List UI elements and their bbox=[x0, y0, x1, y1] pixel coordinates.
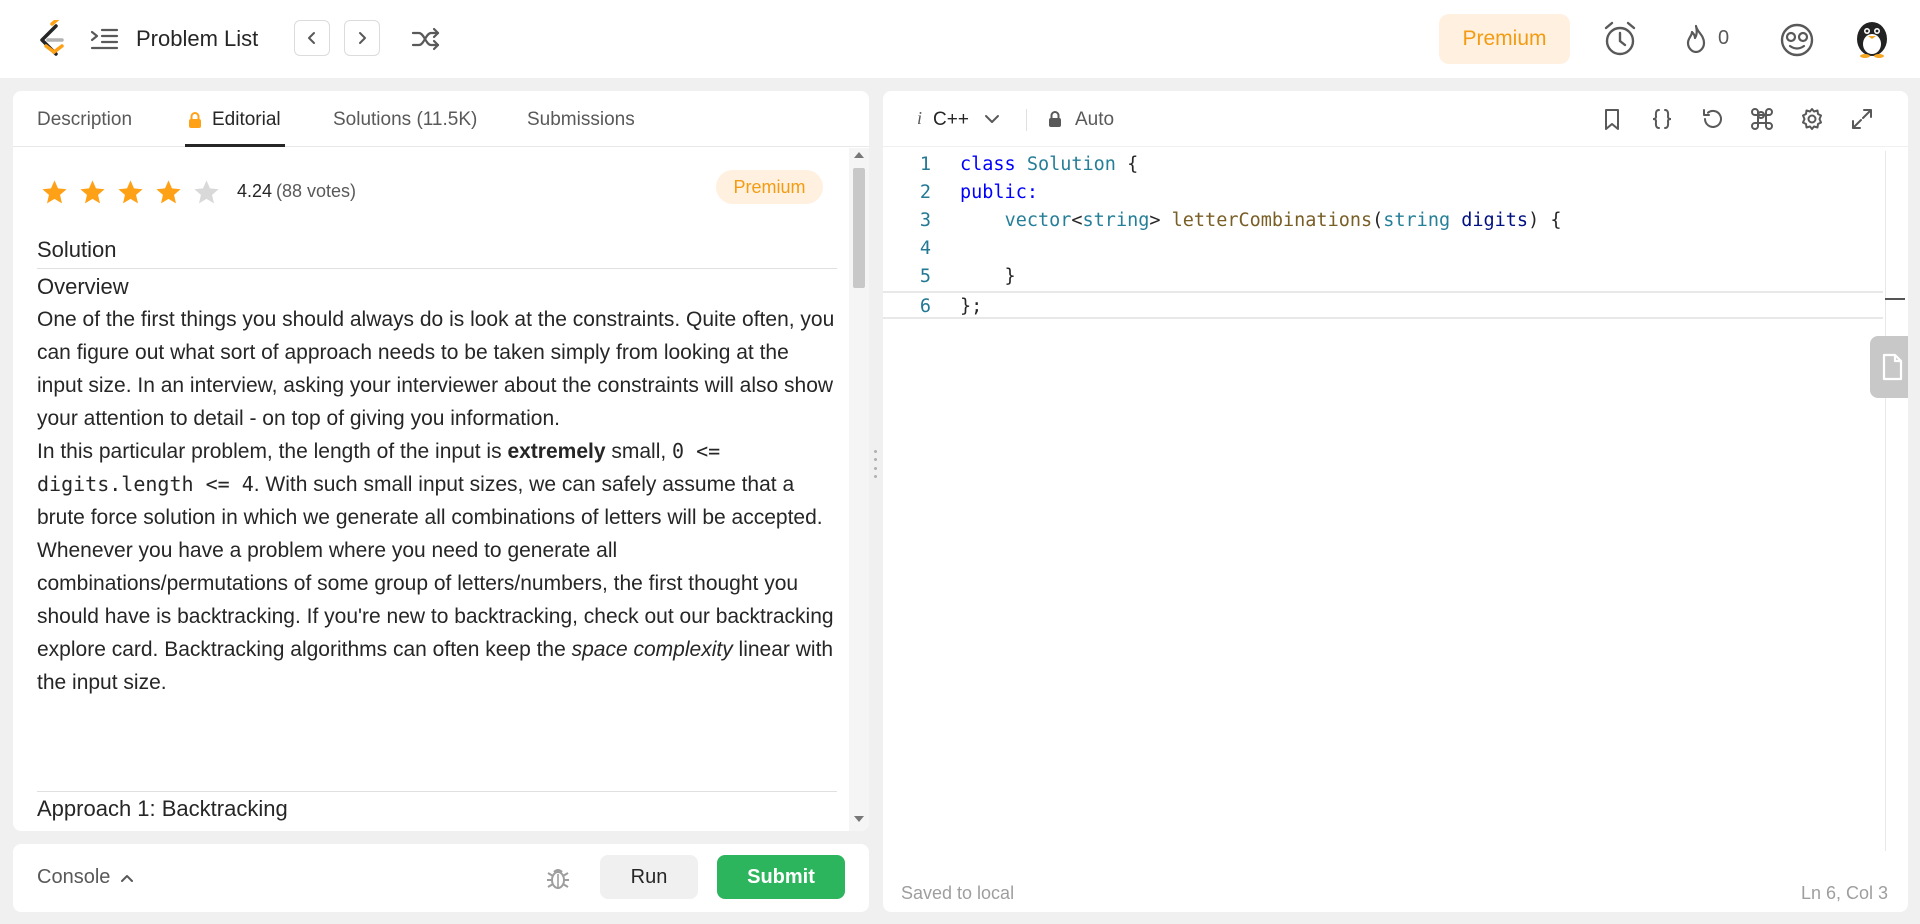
chevron-down-icon[interactable] bbox=[984, 113, 1000, 125]
tab-submissions[interactable]: Submissions bbox=[527, 109, 635, 131]
active-tab-indicator bbox=[185, 144, 285, 147]
star-icon[interactable] bbox=[154, 178, 183, 207]
line-number: 3 bbox=[919, 210, 931, 231]
streak-fire-icon[interactable] bbox=[1684, 24, 1708, 54]
streak-count: 0 bbox=[1718, 27, 1730, 49]
code-line[interactable]: 1 class Solution { bbox=[883, 151, 1883, 179]
rating-votes: (88 votes) bbox=[276, 181, 357, 201]
lock-icon bbox=[189, 112, 201, 128]
scroll-down-arrow-icon[interactable] bbox=[854, 816, 864, 822]
content-scrollbar[interactable] bbox=[849, 148, 869, 831]
user-avatar[interactable] bbox=[1852, 18, 1892, 58]
format-braces-icon[interactable] bbox=[1649, 106, 1675, 132]
chevron-up-icon bbox=[121, 874, 134, 882]
panel-tabs: Description Editorial Solutions (11.5K) … bbox=[13, 91, 869, 147]
editorial-text: Solution Overview One of the first thing… bbox=[37, 233, 837, 699]
save-status: Saved to local bbox=[901, 883, 1015, 903]
chevron-left-icon bbox=[308, 32, 315, 44]
line-number: 1 bbox=[919, 154, 931, 175]
alarm-clock-icon[interactable] bbox=[1602, 20, 1638, 58]
code-line[interactable]: 3 vector<string> letterCombinations(stri… bbox=[883, 207, 1883, 235]
autocomplete-mode[interactable]: Auto bbox=[1075, 109, 1114, 131]
language-prefix: i bbox=[917, 108, 923, 128]
problem-list-icon[interactable] bbox=[88, 25, 120, 53]
cursor-position: Ln 6, Col 3 bbox=[1800, 883, 1888, 903]
paragraph-constraints: One of the first things you should alway… bbox=[37, 308, 835, 430]
tab-description[interactable]: Description bbox=[37, 109, 132, 131]
code-editor-panel: i C++ Auto 1 class Solution { 2 public: … bbox=[883, 91, 1908, 912]
prev-problem-button[interactable] bbox=[294, 20, 330, 56]
command-icon[interactable] bbox=[1749, 106, 1775, 132]
star-icon[interactable] bbox=[78, 178, 107, 207]
editor-toolbar: i C++ Auto bbox=[883, 91, 1908, 147]
code-line[interactable]: 4 bbox=[883, 235, 1883, 263]
language-select[interactable]: C++ bbox=[933, 109, 969, 131]
panel-resize-handle[interactable] bbox=[872, 450, 878, 478]
submit-button[interactable]: Submit bbox=[717, 855, 845, 899]
settings-gear-icon[interactable] bbox=[1799, 106, 1825, 132]
scroll-up-arrow-icon[interactable] bbox=[854, 152, 864, 158]
document-icon bbox=[1882, 353, 1903, 381]
heading-solution: Solution bbox=[37, 233, 837, 269]
star-icon[interactable] bbox=[40, 178, 69, 207]
next-problem-button[interactable] bbox=[344, 20, 380, 56]
scroll-thumb[interactable] bbox=[853, 168, 865, 288]
premium-button[interactable]: Premium bbox=[1439, 14, 1570, 64]
code-line[interactable]: 5 } bbox=[883, 263, 1883, 291]
star-icon[interactable] bbox=[116, 178, 145, 207]
notes-side-button[interactable] bbox=[1870, 336, 1908, 398]
rating-value: 4.24 bbox=[237, 181, 273, 201]
chevron-right-icon bbox=[359, 32, 366, 44]
description-panel: Description Editorial Solutions (11.5K) … bbox=[13, 91, 869, 831]
toolbar-divider bbox=[1026, 109, 1027, 131]
shuffle-icon[interactable] bbox=[410, 24, 442, 54]
rating-stars[interactable] bbox=[40, 178, 221, 208]
bookmark-icon[interactable] bbox=[1599, 106, 1625, 132]
problem-list-link[interactable]: Problem List bbox=[136, 26, 258, 52]
heading-overview: Overview bbox=[37, 274, 129, 299]
premium-badge: Premium bbox=[716, 170, 823, 204]
line-number: 4 bbox=[919, 238, 931, 259]
face-icon[interactable] bbox=[1779, 22, 1815, 58]
debug-bug-icon[interactable] bbox=[544, 864, 572, 892]
line-number: 6 bbox=[919, 296, 931, 317]
console-label: Console bbox=[37, 866, 111, 888]
tab-editorial[interactable]: Editorial bbox=[212, 109, 281, 131]
editorial-content: 4.24 (88 votes) Premium Solution Overvie… bbox=[13, 148, 849, 831]
editor-scrollbar[interactable] bbox=[1885, 151, 1886, 851]
leetcode-logo-icon[interactable] bbox=[34, 20, 68, 58]
line-number: 2 bbox=[919, 182, 931, 203]
paragraph-input-size: In this particular problem, the length o… bbox=[37, 439, 823, 529]
code-area[interactable]: 1 class Solution { 2 public: 3 vector<st… bbox=[883, 151, 1883, 319]
lock-icon bbox=[1049, 111, 1061, 127]
reset-icon[interactable] bbox=[1699, 106, 1725, 132]
code-line[interactable]: 2 public: bbox=[883, 179, 1883, 207]
console-bar: Console Run Submit bbox=[13, 844, 869, 912]
top-nav: Problem List Premium 0 bbox=[0, 0, 1920, 78]
heading-approach: Approach 1: Backtracking bbox=[37, 791, 837, 822]
editor-scroll-marker bbox=[1885, 298, 1905, 300]
run-button[interactable]: Run bbox=[600, 855, 698, 899]
paragraph-backtracking: Whenever you have a problem where you ne… bbox=[37, 539, 834, 694]
star-icon[interactable] bbox=[192, 178, 221, 207]
code-line-current[interactable]: 6 }; bbox=[883, 291, 1883, 319]
fullscreen-icon[interactable] bbox=[1849, 106, 1875, 132]
tab-solutions[interactable]: Solutions (11.5K) bbox=[333, 109, 477, 131]
console-toggle[interactable]: Console bbox=[37, 866, 134, 889]
line-number: 5 bbox=[919, 266, 931, 287]
